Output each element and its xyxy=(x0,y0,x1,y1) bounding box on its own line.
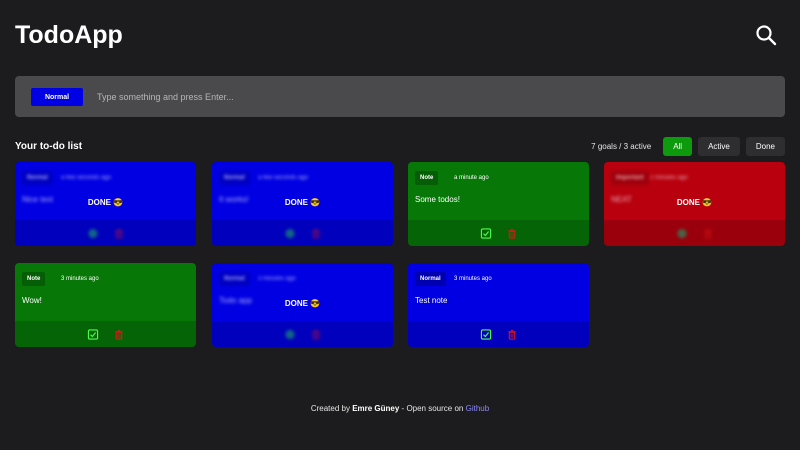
card-time: a few seconds ago xyxy=(61,175,112,181)
github-link[interactable]: Github xyxy=(466,404,490,413)
check-square-icon[interactable] xyxy=(284,228,295,239)
priority-tag: Important xyxy=(611,171,649,185)
footer-author: Emre Güney xyxy=(352,404,400,413)
filter-bar: 7 goals / 3 active All Active Done xyxy=(591,137,785,156)
goal-count: 7 goals / 3 active xyxy=(591,142,652,151)
trash-icon[interactable] xyxy=(113,228,124,239)
card-actions xyxy=(87,329,124,340)
new-todo-bar: Normal xyxy=(15,76,785,117)
todo-card: Normal a few seconds ago It works! DONE 😎 xyxy=(212,162,393,246)
card-time: 3 minutes ago xyxy=(61,276,99,282)
footer: Created by Emre Güney - Open source on G… xyxy=(0,404,800,413)
search-icon xyxy=(756,25,777,46)
card-body: Note 3 minutes ago Wow! xyxy=(15,263,196,321)
card-body: Important 2 minutes ago NEAT DONE 😎 xyxy=(604,162,785,220)
card-actions xyxy=(480,329,517,340)
check-square-icon[interactable] xyxy=(480,329,491,340)
card-text: Wow! xyxy=(22,296,42,305)
todo-card: Normal 3 minutes ago Test note xyxy=(408,263,589,347)
trash-icon[interactable] xyxy=(310,228,321,239)
card-time: 3 minutes ago xyxy=(258,276,296,282)
check-square-icon[interactable] xyxy=(676,228,687,239)
card-body: Note a minute ago Some todos! xyxy=(408,162,589,220)
card-actions-bar xyxy=(408,321,589,347)
todo-card: Important 2 minutes ago NEAT DONE 😎 xyxy=(604,162,785,246)
card-actions-bar xyxy=(408,220,589,246)
card-time: 2 minutes ago xyxy=(650,175,688,181)
filter-all-button[interactable]: All xyxy=(663,137,693,156)
header: TodoApp xyxy=(15,18,785,52)
card-text: Some todos! xyxy=(415,195,460,204)
card-actions-bar xyxy=(212,321,393,347)
check-square-icon[interactable] xyxy=(284,329,295,340)
new-todo-input[interactable] xyxy=(97,87,767,107)
priority-tag: Normal xyxy=(415,272,446,286)
todo-card: Note 3 minutes ago Wow! xyxy=(15,263,196,347)
done-label: DONE 😎 xyxy=(676,198,713,207)
card-actions xyxy=(87,228,124,239)
card-actions-bar xyxy=(604,220,785,246)
card-text: Test note xyxy=(415,296,448,305)
trash-icon[interactable] xyxy=(506,228,517,239)
priority-tag: Normal xyxy=(219,272,250,286)
trash-icon[interactable] xyxy=(310,329,321,340)
card-time: 3 minutes ago xyxy=(454,276,492,282)
footer-middle: - Open source on xyxy=(399,404,466,413)
card-body: Normal a few seconds ago It works! DONE 😎 xyxy=(212,162,393,220)
priority-tag: Note xyxy=(415,171,439,185)
done-label: DONE 😎 xyxy=(284,299,321,308)
check-square-icon[interactable] xyxy=(480,228,491,239)
card-body: Normal 3 minutes ago Todo app DONE 😎 xyxy=(212,263,393,321)
trash-icon[interactable] xyxy=(113,329,124,340)
todo-card: Note a minute ago Some todos! xyxy=(408,162,589,246)
trash-icon[interactable] xyxy=(702,228,713,239)
search-button[interactable] xyxy=(755,24,777,46)
card-actions xyxy=(284,329,321,340)
card-actions xyxy=(480,228,517,239)
app-title: TodoApp xyxy=(15,21,123,49)
list-title: Your to-do list xyxy=(15,141,83,152)
done-label: DONE 😎 xyxy=(87,198,124,207)
filter-active-button[interactable]: Active xyxy=(698,137,740,156)
card-actions xyxy=(284,228,321,239)
card-actions-bar xyxy=(15,220,196,246)
footer-prefix: Created by xyxy=(310,404,353,413)
priority-select-button[interactable]: Normal xyxy=(31,88,83,106)
card-body: Normal a few seconds ago Nice text DONE 😎 xyxy=(15,162,196,220)
priority-tag: Normal xyxy=(22,171,53,185)
card-actions-bar xyxy=(15,321,196,347)
todo-card: Normal a few seconds ago Nice text DONE 😎 xyxy=(15,162,196,246)
card-actions xyxy=(676,228,713,239)
priority-tag: Normal xyxy=(219,171,250,185)
priority-tag: Note xyxy=(22,272,46,286)
check-square-icon[interactable] xyxy=(87,329,98,340)
filter-done-button[interactable]: Done xyxy=(745,137,785,156)
done-label: DONE 😎 xyxy=(284,198,321,207)
card-actions-bar xyxy=(212,220,393,246)
todo-card: Normal 3 minutes ago Todo app DONE 😎 xyxy=(212,263,393,347)
card-body: Normal 3 minutes ago Test note xyxy=(408,263,589,321)
card-time: a few seconds ago xyxy=(258,175,309,181)
check-square-icon[interactable] xyxy=(87,228,98,239)
trash-icon[interactable] xyxy=(506,329,517,340)
card-time: a minute ago xyxy=(454,175,489,181)
